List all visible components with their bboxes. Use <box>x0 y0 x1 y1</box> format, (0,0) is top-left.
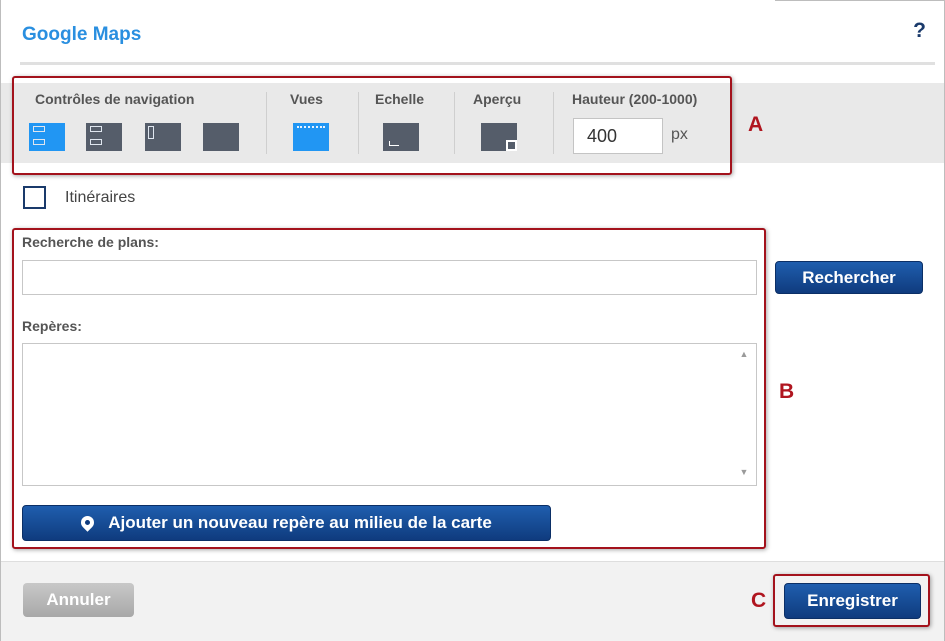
routes-checkbox[interactable] <box>23 186 46 209</box>
routes-label: Itinéraires <box>65 189 136 206</box>
annotation-label-a: A <box>748 113 764 136</box>
markers-label: Repères: <box>22 318 82 334</box>
map-pin-icon <box>78 512 97 532</box>
help-button[interactable]: ? <box>913 19 926 43</box>
search-label: Recherche de plans: <box>22 234 159 250</box>
add-marker-button[interactable]: Ajouter un nouveau repère au milieu de l… <box>22 505 551 541</box>
search-button[interactable]: Rechercher <box>775 261 923 294</box>
title-divider <box>20 62 935 65</box>
search-input[interactable] <box>22 260 757 295</box>
scroll-down-icon[interactable]: ▼ <box>737 467 751 479</box>
markers-textarea[interactable] <box>22 343 757 486</box>
annotation-label-c: C <box>751 589 767 612</box>
annotation-label-b: B <box>779 380 795 403</box>
scroll-up-icon[interactable]: ▲ <box>737 349 751 361</box>
add-marker-label: Ajouter un nouveau repère au milieu de l… <box>108 513 492 532</box>
annotation-box-a <box>12 76 732 175</box>
tab-edge <box>775 0 945 2</box>
cancel-button[interactable]: Annuler <box>23 583 134 617</box>
dialog-title: Google Maps <box>22 24 142 45</box>
save-button[interactable]: Enregistrer <box>784 583 921 619</box>
